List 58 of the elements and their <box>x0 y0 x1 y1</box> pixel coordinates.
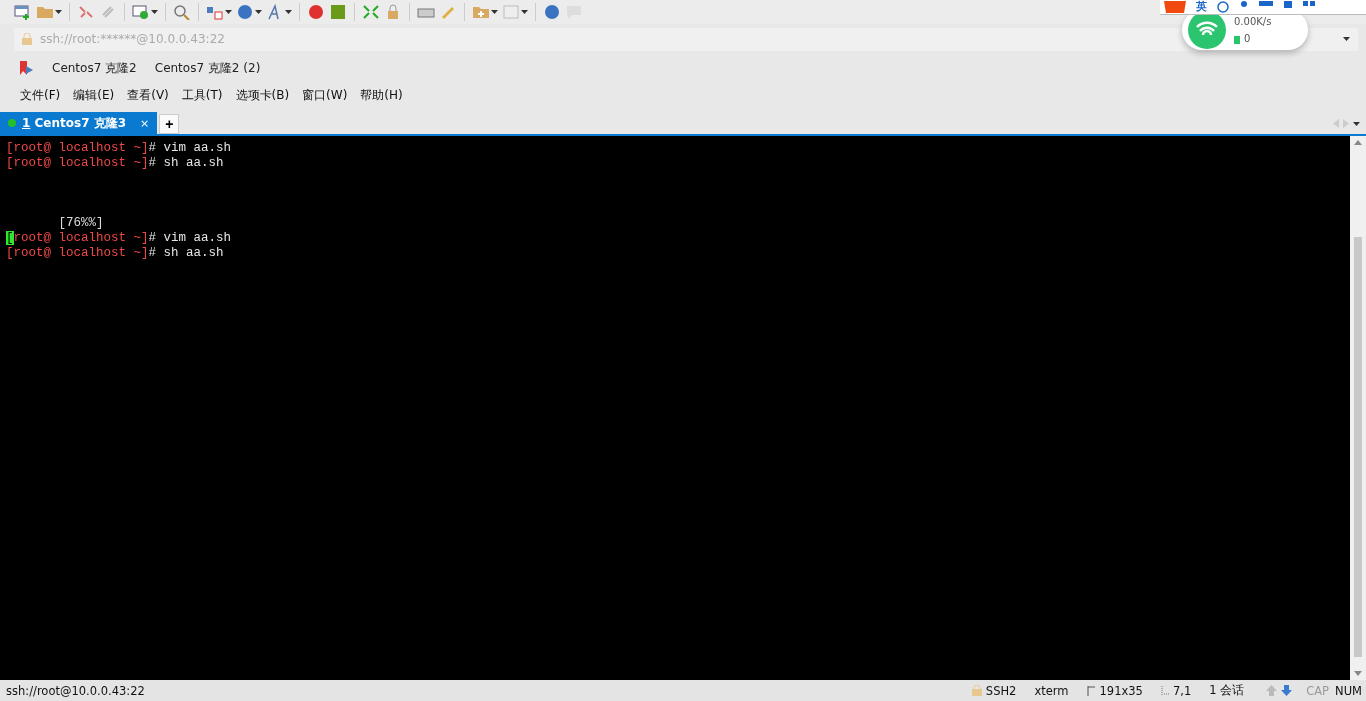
caret-icon[interactable] <box>225 10 232 14</box>
terminal-type-label: xterm <box>1034 683 1069 698</box>
scrollbar-thumb[interactable] <box>1354 237 1362 657</box>
session-count-label: 1 会话 <box>1209 683 1245 698</box>
cursor-position-label: 7,1 <box>1172 683 1192 698</box>
num-lock-indicator: NUM <box>1335 683 1362 698</box>
menu-item[interactable]: 文件(F) <box>20 86 61 104</box>
search-icon[interactable] <box>173 4 191 20</box>
terminal-prompt: [root@ localhost ~] <box>6 231 149 245</box>
menu-item[interactable]: 工具(T) <box>181 86 223 104</box>
session-tab[interactable]: 1 Centos7 克隆3 × <box>0 112 158 134</box>
terminal-command: # vim aa.sh <box>148 141 232 155</box>
terminal-prompt: [root@ localhost ~] <box>6 156 149 170</box>
menu-item[interactable]: 帮助(H) <box>360 86 403 104</box>
protocol-label: SSH2 <box>985 683 1017 698</box>
menu-item[interactable]: 编辑(E) <box>73 86 115 104</box>
lock-icon <box>22 33 32 45</box>
terminal-prompt: [root@ localhost ~] <box>6 141 149 155</box>
arrow-up-icon <box>1266 685 1278 696</box>
link-item[interactable]: Centos7 克隆2 <box>52 59 137 77</box>
app-icon[interactable] <box>329 4 347 20</box>
terminal-command: # sh aa.sh <box>148 156 224 170</box>
status-address: ssh://root@10.0.0.43:22 <box>6 683 145 698</box>
menu-item[interactable]: 选项卡(B) <box>235 86 290 104</box>
terminal-command: # sh aa.sh <box>148 246 224 260</box>
caret-icon[interactable] <box>285 10 292 14</box>
lock-icon <box>971 685 982 696</box>
new-window-icon[interactable] <box>14 4 32 20</box>
menu-item[interactable]: 窗口(W) <box>302 86 348 104</box>
caret-icon[interactable] <box>1353 121 1360 126</box>
close-icon[interactable]: × <box>140 116 150 130</box>
size-label: 191x35 <box>1099 683 1143 698</box>
terminal-command: # vim aa.sh <box>148 231 232 245</box>
terminal-prompt: [root@ localhost ~] <box>6 246 149 260</box>
disconnect-icon[interactable] <box>77 4 95 20</box>
add-tab-button[interactable]: + <box>159 114 180 134</box>
terminal-output: [76%%] <box>57 216 105 231</box>
menu-item[interactable]: 查看(V) <box>127 86 169 104</box>
caret-icon[interactable] <box>255 10 262 14</box>
link-item[interactable]: Centos7 克隆2 (2) <box>154 59 261 77</box>
battery-icon <box>1234 33 1240 44</box>
caps-lock-indicator: CAP <box>1306 683 1330 698</box>
caret-icon[interactable] <box>521 10 528 14</box>
caret-icon[interactable] <box>55 10 62 14</box>
caret-icon[interactable] <box>1343 37 1350 41</box>
arrow-down-icon <box>1281 685 1293 696</box>
scroll-down-icon[interactable] <box>1354 671 1362 676</box>
speed-label: 0.00K/s <box>1234 16 1272 27</box>
resize-icon <box>1086 685 1096 696</box>
caret-icon[interactable] <box>491 10 498 14</box>
caret-icon[interactable] <box>151 10 158 14</box>
logo-icon <box>1164 1 1186 13</box>
count-label: 0 <box>1244 33 1251 44</box>
ime-language-label[interactable]: 英 <box>1196 1 1207 13</box>
scroll-up-icon[interactable] <box>1354 140 1362 145</box>
cursor-position-icon <box>1160 685 1169 696</box>
fullscreen-icon[interactable] <box>362 4 380 20</box>
bookmark-icon <box>18 60 34 76</box>
